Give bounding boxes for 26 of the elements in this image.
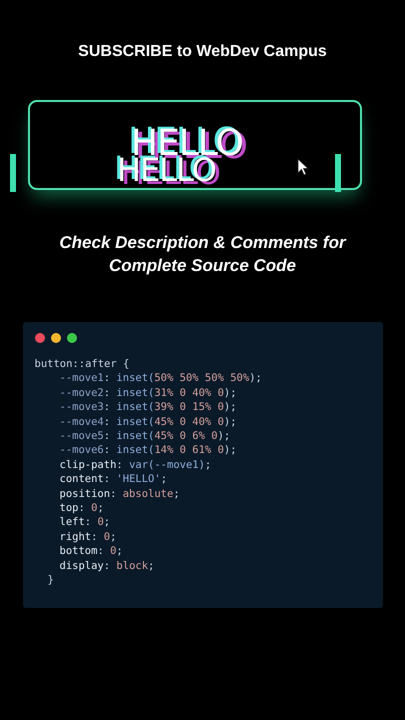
code-line: right: 0; (60, 530, 116, 543)
glitch-button[interactable] (28, 100, 362, 190)
code-line: left: 0; (60, 516, 110, 528)
window-dot[interactable] (34, 333, 44, 343)
code-line: --move5: inset(45% 0 6% 0); (60, 430, 230, 442)
code-line: content: 'HELLO'; (60, 473, 168, 486)
code-line: top: 0; (60, 502, 104, 514)
code-line: --move3: inset(39% 0 15% 0); (60, 401, 237, 414)
code-line: button::after { (34, 358, 130, 370)
caption-text: Check Description & Comments for (59, 232, 346, 253)
glitch-bar (10, 154, 16, 192)
code-line: position: absolute; (60, 488, 180, 500)
cursor-icon (297, 158, 309, 176)
caption-text: Complete Source Code (108, 255, 296, 276)
channel-title: SUBSCRIBE to WebDev Campus (78, 43, 327, 61)
code-line: --move1: inset(50% 50% 50% 50%); (60, 372, 262, 384)
code-line: --move4: inset(45% 0 40% 0); (60, 416, 237, 428)
code-line: bottom: 0; (60, 545, 123, 558)
code-line: --move2: inset(31% 0 40% 0); (60, 386, 237, 399)
window-dot[interactable] (66, 333, 76, 343)
window-dot[interactable] (50, 333, 60, 343)
glitch-bar (335, 154, 341, 192)
code-line: } (48, 574, 54, 586)
code-line: clip-path: var(--move1); (60, 458, 212, 471)
code-line: display: block; (60, 560, 154, 572)
code-line: --move6: inset(14% 0 61% 0); (60, 444, 237, 456)
